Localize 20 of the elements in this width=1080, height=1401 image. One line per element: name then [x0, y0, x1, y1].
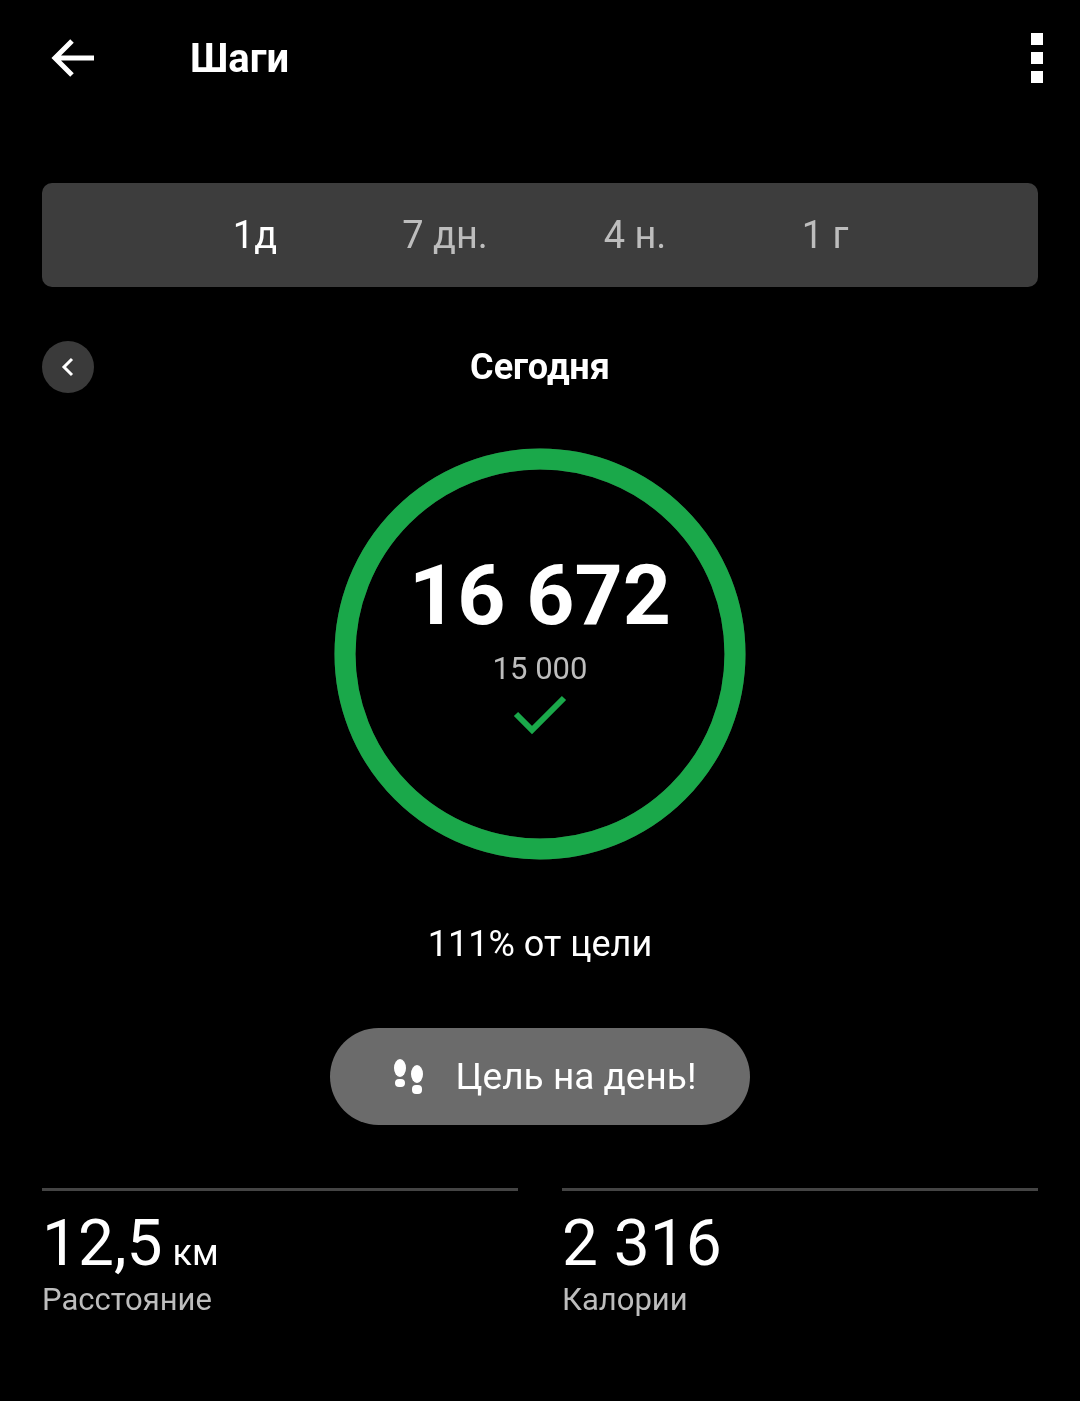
stat-label: Калории [562, 1281, 689, 1318]
period-tab[interactable]: 1 г [730, 203, 920, 267]
stat-value: 12,5 [42, 1209, 163, 1279]
back-button[interactable] [50, 38, 96, 78]
menu-button[interactable] [1030, 33, 1044, 83]
date-label: Сегодня [470, 346, 610, 388]
footprints-icon [391, 1058, 426, 1095]
period-tab[interactable]: 7 дн. [350, 203, 540, 267]
stat-unit: км [172, 1233, 219, 1273]
daily-goal-button[interactable]: Цель на день! [330, 1028, 750, 1125]
period-tab[interactable]: 1д [160, 203, 350, 267]
chevron-left-icon [61, 357, 75, 377]
previous-day-button[interactable] [42, 341, 94, 393]
step-goal: 15 000 [492, 649, 588, 687]
goal-percentage: 111% от цели [427, 922, 653, 966]
screen-title: Шаги [190, 34, 291, 82]
stat-label: Расстояние [42, 1281, 213, 1318]
period-tab[interactable]: 4 н. [540, 203, 730, 267]
stat-value: 2 316 [562, 1209, 722, 1279]
step-count: 16 672 [409, 553, 671, 638]
